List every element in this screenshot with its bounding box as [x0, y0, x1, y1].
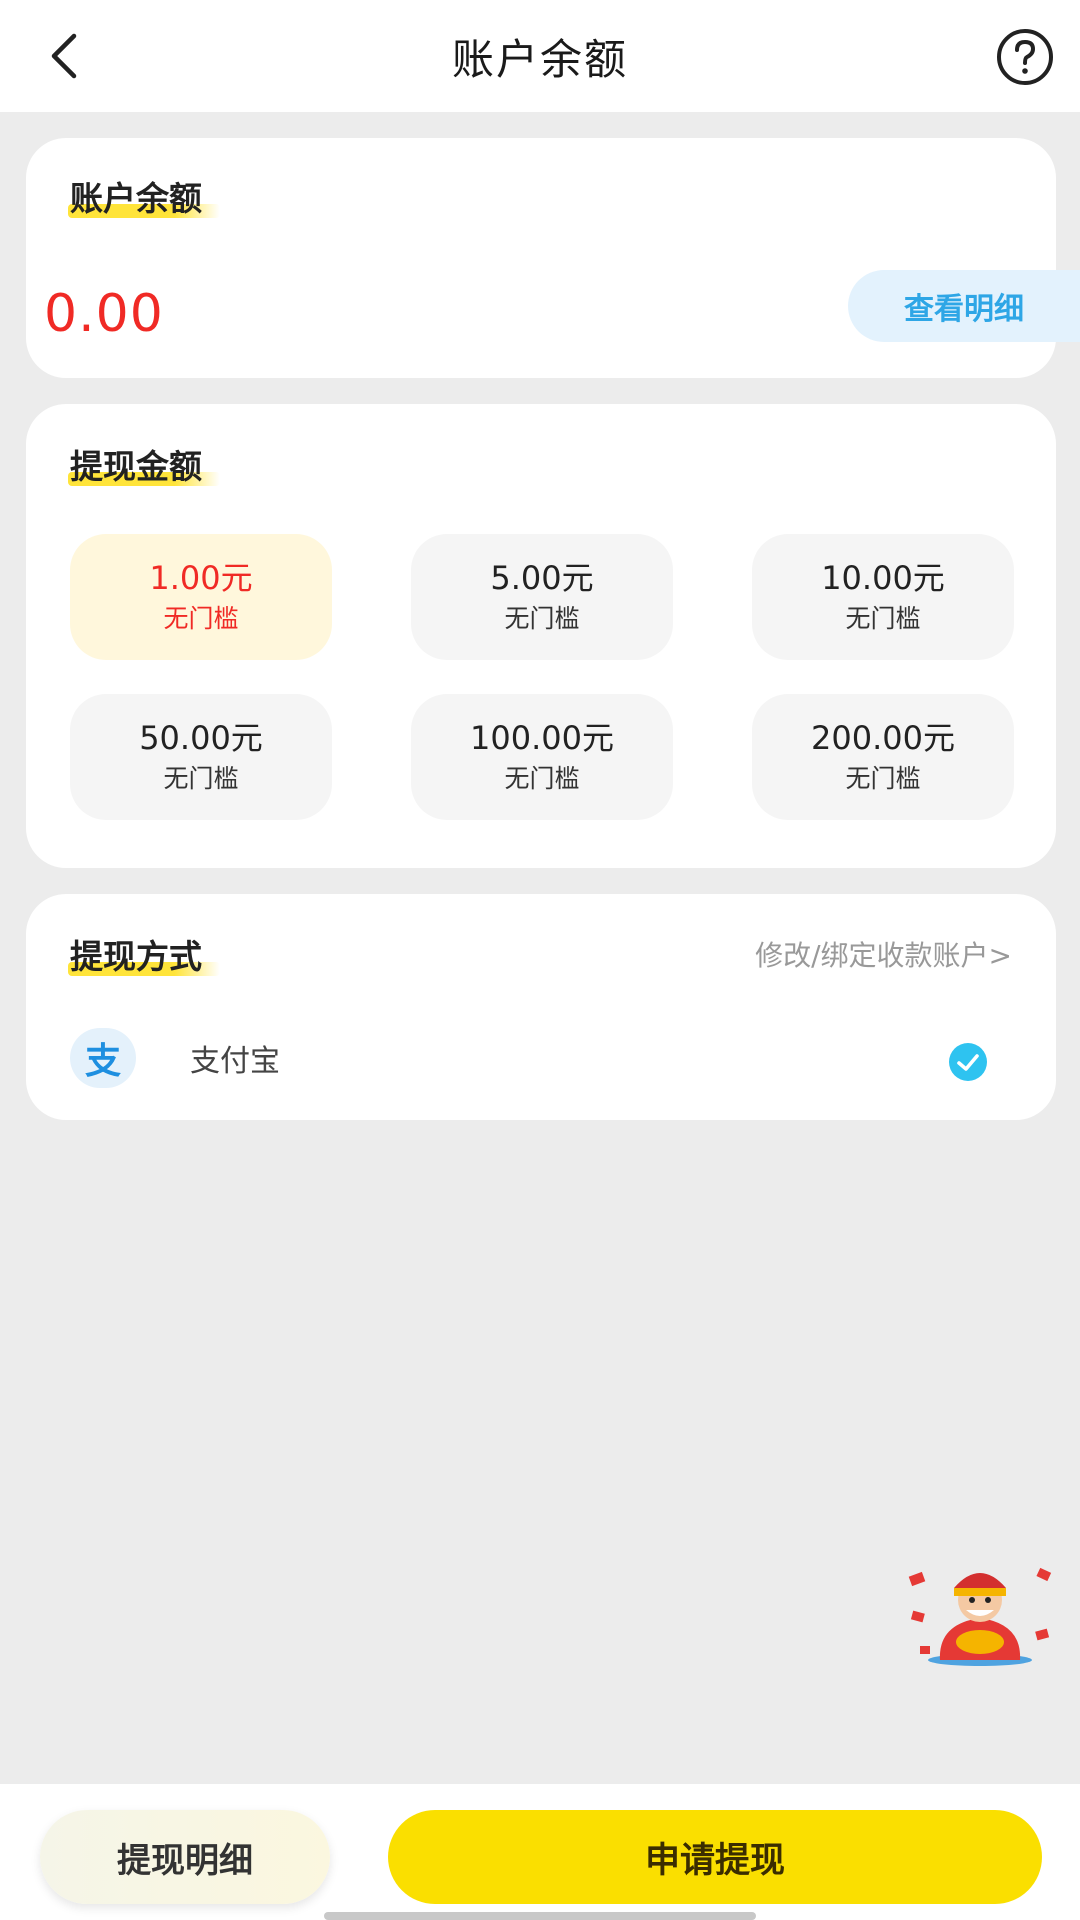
view-details-button[interactable]: 查看明细 [848, 270, 1080, 342]
balance-card-title: 账户余额 [68, 172, 220, 220]
alipay-label: 支付宝 [190, 1044, 280, 1079]
amount-note: 无门槛 [504, 604, 580, 633]
amount-option-50[interactable]: 50.00元 无门槛 [70, 694, 332, 820]
amount-option-100[interactable]: 100.00元 无门槛 [411, 694, 673, 820]
amount-card-title: 提现金额 [68, 440, 220, 488]
apply-withdraw-button[interactable]: 申请提现 [388, 1810, 1042, 1904]
bottom-action-bar: 提现明细 申请提现 [0, 1784, 1080, 1920]
alipay-option[interactable]: 支 支付宝 [70, 1024, 1016, 1098]
amount-value: 10.00元 [821, 559, 945, 597]
amount-option-10[interactable]: 10.00元 无门槛 [752, 534, 1014, 660]
page-title: 账户余额 [451, 34, 628, 84]
amount-value: 5.00元 [490, 559, 594, 597]
amount-note: 无门槛 [845, 604, 921, 633]
question-circle-icon [997, 29, 1053, 85]
withdraw-history-button[interactable]: 提现明细 [40, 1810, 330, 1904]
edit-bind-account-link[interactable]: 修改/绑定收款账户> [755, 934, 1012, 974]
amount-value: 1.00元 [149, 559, 253, 597]
top-nav-bar: 账户余额 [0, 0, 1080, 112]
balance-amount: 0.00 [44, 284, 164, 344]
back-button[interactable] [36, 28, 92, 84]
amount-value: 50.00元 [139, 719, 263, 757]
amount-note: 无门槛 [845, 764, 921, 793]
balance-card: 账户余额 [26, 138, 1056, 378]
method-card-title: 提现方式 [68, 930, 220, 978]
amount-value: 200.00元 [811, 719, 955, 757]
amount-note: 无门槛 [504, 764, 580, 793]
check-circle-icon [949, 1043, 987, 1081]
home-indicator[interactable] [324, 1912, 756, 1920]
amount-note: 无门槛 [163, 604, 239, 633]
withdraw-method-card: 提现方式 修改/绑定收款账户> 支 支付宝 [26, 894, 1056, 1120]
amount-option-200[interactable]: 200.00元 无门槛 [752, 694, 1014, 820]
amount-value: 100.00元 [470, 719, 614, 757]
amount-note: 无门槛 [163, 764, 239, 793]
chevron-left-icon [51, 33, 77, 79]
amount-option-1[interactable]: 1.00元 无门槛 [70, 534, 332, 660]
amount-option-5[interactable]: 5.00元 无门槛 [411, 534, 673, 660]
withdraw-amount-card: 提现金额 1.00元 无门槛 5.00元 无门槛 10.00元 无门槛 50.0… [26, 404, 1056, 868]
fortune-god-mascot-icon[interactable] [906, 1560, 1054, 1666]
alipay-icon: 支 [70, 1028, 136, 1088]
help-button[interactable] [996, 28, 1054, 86]
